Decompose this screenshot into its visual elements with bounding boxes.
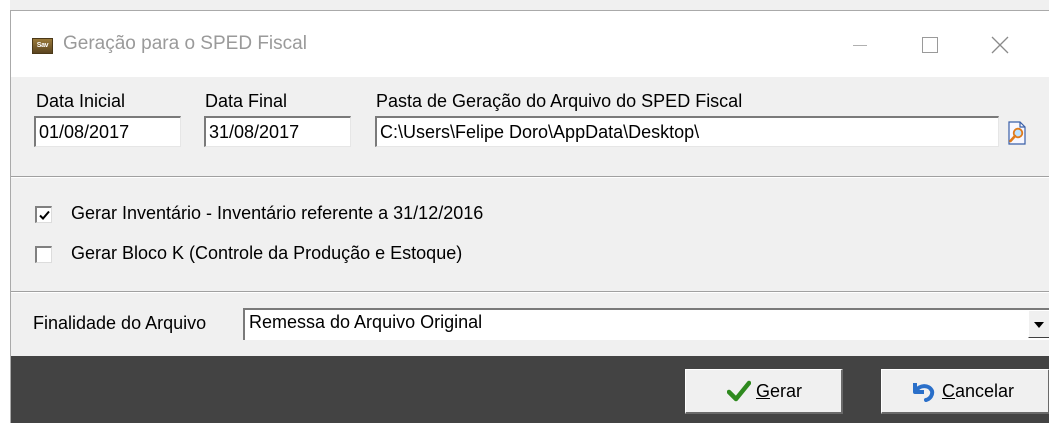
title-bar: Sav Geração para o SPED Fiscal [11, 11, 1049, 77]
checkmark-icon [39, 210, 50, 220]
minimize-button[interactable] [837, 25, 883, 65]
inventario-checkbox[interactable] [35, 206, 52, 223]
pasta-label: Pasta de Geração do Arquivo do SPED Fisc… [376, 91, 743, 111]
gerar-label: Gerar [756, 381, 803, 401]
desktop-background [0, 0, 10, 423]
inventario-label: Gerar Inventário - Inventário referente … [71, 203, 484, 223]
separator-middle [11, 291, 1049, 293]
data-final-input[interactable]: 31/08/2017 [204, 116, 351, 147]
cancelar-label: Cancelar [942, 381, 1015, 401]
cancelar-button[interactable]: Cancelar [881, 369, 1049, 414]
browse-search-icon [1008, 121, 1026, 145]
checkmark-icon [727, 380, 751, 402]
chevron-down-icon[interactable] [1028, 310, 1049, 338]
pasta-input[interactable]: C:\Users\Felipe Doro\AppData\Desktop\ [375, 116, 999, 147]
bloco-k-label: Gerar Bloco K (Controle da Produção e Es… [71, 243, 463, 263]
window-title: Geração para o SPED Fiscal [63, 33, 307, 54]
data-final-label: Data Final [205, 91, 288, 111]
separator-top [11, 176, 1049, 178]
finalidade-selected-value: Remessa do Arquivo Original [249, 312, 483, 332]
data-inicial-input[interactable]: 01/08/2017 [34, 116, 181, 147]
data-inicial-label: Data Inicial [36, 91, 126, 111]
app-icon: Sav [32, 38, 53, 54]
maximize-button[interactable] [907, 25, 953, 65]
finalidade-label: Finalidade do Arquivo [33, 313, 207, 333]
inventario-option[interactable]: Gerar Inventário - Inventário referente … [35, 203, 595, 227]
bloco-k-checkbox[interactable] [35, 246, 52, 263]
close-icon [991, 36, 1009, 54]
browse-folder-button[interactable] [1006, 120, 1028, 146]
bloco-k-option[interactable]: Gerar Bloco K (Controle da Produção e Es… [35, 243, 555, 267]
sped-dialog: Sav Geração para o SPED Fiscal Data Inic… [10, 10, 1049, 423]
close-button[interactable] [977, 25, 1023, 65]
undo-icon [913, 383, 935, 402]
gerar-button[interactable]: Gerar [685, 369, 843, 414]
finalidade-select[interactable]: Remessa do Arquivo Original [243, 308, 1049, 340]
